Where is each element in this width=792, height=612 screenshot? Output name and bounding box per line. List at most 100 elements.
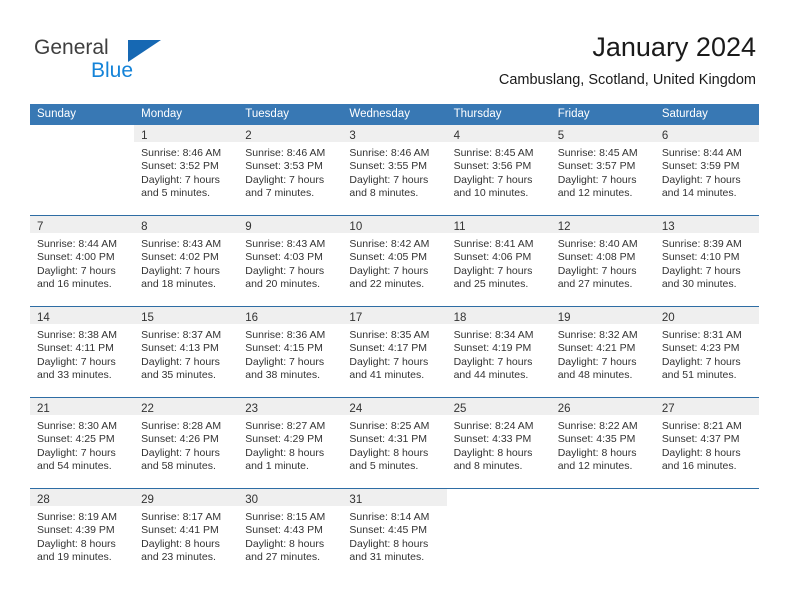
sunrise-line: Sunrise: 8:19 AM — [37, 511, 117, 523]
daylight-line-2: and 25 minutes. — [453, 278, 529, 291]
day-cell[interactable]: 7 Sunrise: 8:44 AM Sunset: 4:00 PM Dayli… — [30, 215, 135, 307]
day-cell[interactable]: 27 Sunrise: 8:21 AM Sunset: 4:37 PM Dayl… — [654, 397, 759, 489]
daylight-line-2: and 35 minutes. — [141, 369, 216, 382]
daylight-line-2: and 5 minutes. — [141, 187, 211, 200]
daylight-line-2: and 8 minutes. — [349, 187, 419, 200]
day-cell[interactable]: 10 Sunrise: 8:42 AM Sunset: 4:05 PM Dayl… — [342, 215, 447, 307]
day-cell[interactable]: 31 Sunrise: 8:14 AM Sunset: 4:45 PM Dayl… — [342, 488, 447, 579]
day-number: 14 — [37, 312, 50, 324]
day-cell[interactable] — [654, 488, 759, 579]
day-cell[interactable]: 18 Sunrise: 8:34 AM Sunset: 4:19 PM Dayl… — [446, 306, 551, 398]
sunset-line: Sunset: 4:11 PM — [37, 342, 114, 355]
day-cell[interactable]: 14 Sunrise: 8:38 AM Sunset: 4:11 PM Dayl… — [30, 306, 135, 398]
sunrise-line: Sunrise: 8:28 AM — [141, 420, 222, 432]
day-cell[interactable] — [550, 488, 655, 579]
day-details: Sunrise: 8:36 AM Sunset: 4:15 PM Dayligh… — [238, 324, 342, 383]
day-cell[interactable]: 11 Sunrise: 8:41 AM Sunset: 4:06 PM Dayl… — [446, 215, 551, 307]
daylight-line-2: and 58 minutes. — [141, 460, 216, 473]
daylight-line-2: and 51 minutes. — [661, 369, 737, 382]
day-details: Sunrise: 8:46 AM Sunset: 3:52 PM Dayligh… — [134, 142, 238, 201]
day-cell[interactable]: 2 Sunrise: 8:46 AM Sunset: 3:53 PM Dayli… — [238, 125, 343, 216]
day-cell[interactable]: 13 Sunrise: 8:39 AM Sunset: 4:10 PM Dayl… — [654, 215, 759, 307]
day-number: 12 — [557, 221, 571, 233]
day-details: Sunrise: 8:41 AM Sunset: 4:06 PM Dayligh… — [447, 233, 551, 292]
day-details: Sunrise: 8:19 AM Sunset: 4:39 PM Dayligh… — [30, 506, 134, 565]
day-cell[interactable]: 30 Sunrise: 8:15 AM Sunset: 4:43 PM Dayl… — [238, 488, 343, 579]
sunrise-line: Sunrise: 8:43 AM — [245, 238, 326, 250]
day-number: 30 — [245, 494, 259, 506]
day-details: Sunrise: 8:44 AM Sunset: 4:00 PM Dayligh… — [30, 233, 134, 292]
day-number: 21 — [37, 403, 50, 415]
location-subtitle: Cambuslang, Scotland, United Kingdom — [498, 72, 756, 88]
daylight-line-1: Daylight: 7 hours — [245, 264, 325, 277]
daylight-line-1: Daylight: 7 hours — [453, 264, 533, 277]
day-number: 24 — [349, 403, 363, 415]
day-cell[interactable]: 20 Sunrise: 8:31 AM Sunset: 4:23 PM Dayl… — [654, 306, 759, 398]
sunrise-line: Sunrise: 8:46 AM — [245, 147, 326, 159]
sunset-line: Sunset: 4:45 PM — [349, 524, 428, 537]
daylight-line-2: and 12 minutes. — [557, 460, 633, 473]
daylight-line-2: and 5 minutes. — [349, 460, 419, 473]
day-cell[interactable]: 17 Sunrise: 8:35 AM Sunset: 4:17 PM Dayl… — [342, 306, 447, 398]
day-cell[interactable]: 25 Sunrise: 8:24 AM Sunset: 4:33 PM Dayl… — [446, 397, 551, 489]
day-number: 13 — [661, 221, 675, 233]
daylight-line-1: Daylight: 7 hours — [661, 264, 741, 277]
day-details: Sunrise: 8:30 AM Sunset: 4:25 PM Dayligh… — [30, 415, 134, 474]
sunrise-line: Sunrise: 8:27 AM — [245, 420, 326, 432]
sunrise-line: Sunrise: 8:32 AM — [557, 329, 638, 341]
daylight-line-2: and 33 minutes. — [37, 369, 112, 382]
sunrise-line: Sunrise: 8:39 AM — [661, 238, 742, 250]
daylight-line-1: Daylight: 8 hours — [349, 537, 429, 550]
day-cell[interactable]: 12 Sunrise: 8:40 AM Sunset: 4:08 PM Dayl… — [550, 215, 655, 307]
daylight-line-1: Daylight: 8 hours — [661, 446, 741, 459]
daylight-line-2: and 38 minutes. — [245, 369, 320, 382]
day-cell[interactable] — [30, 125, 135, 216]
sunrise-line: Sunrise: 8:46 AM — [141, 147, 222, 159]
sunset-line: Sunset: 3:57 PM — [557, 160, 636, 173]
day-number: 9 — [245, 221, 252, 233]
sunset-line: Sunset: 4:02 PM — [141, 251, 219, 264]
day-details: Sunrise: 8:38 AM Sunset: 4:11 PM Dayligh… — [30, 324, 134, 383]
day-cell[interactable]: 8 Sunrise: 8:43 AM Sunset: 4:02 PM Dayli… — [134, 215, 239, 307]
day-number: 6 — [661, 130, 669, 142]
day-number: 23 — [245, 403, 259, 415]
day-cell[interactable]: 29 Sunrise: 8:17 AM Sunset: 4:41 PM Dayl… — [134, 488, 239, 579]
day-cell[interactable]: 1 Sunrise: 8:46 AM Sunset: 3:52 PM Dayli… — [134, 125, 239, 216]
daylight-line-2: and 22 minutes. — [349, 278, 425, 291]
day-cell[interactable]: 16 Sunrise: 8:36 AM Sunset: 4:15 PM Dayl… — [238, 306, 343, 398]
sunrise-line: Sunrise: 8:44 AM — [37, 238, 117, 250]
daylight-line-1: Daylight: 7 hours — [557, 173, 637, 186]
daylight-line-1: Daylight: 7 hours — [141, 173, 220, 186]
day-cell[interactable]: 6 Sunrise: 8:44 AM Sunset: 3:59 PM Dayli… — [654, 125, 759, 216]
day-cell[interactable]: 23 Sunrise: 8:27 AM Sunset: 4:29 PM Dayl… — [238, 397, 343, 489]
sunset-line: Sunset: 3:53 PM — [245, 160, 323, 173]
day-cell[interactable]: 28 Sunrise: 8:19 AM Sunset: 4:39 PM Dayl… — [30, 488, 135, 579]
daylight-line-1: Daylight: 8 hours — [245, 537, 325, 550]
day-cell[interactable]: 24 Sunrise: 8:25 AM Sunset: 4:31 PM Dayl… — [342, 397, 447, 489]
sunrise-line: Sunrise: 8:45 AM — [453, 147, 534, 159]
day-number: 7 — [37, 221, 44, 233]
day-number: 10 — [349, 221, 363, 233]
sunrise-line: Sunrise: 8:24 AM — [453, 420, 534, 432]
day-cell[interactable]: 19 Sunrise: 8:32 AM Sunset: 4:21 PM Dayl… — [550, 306, 655, 398]
day-cell[interactable]: 26 Sunrise: 8:22 AM Sunset: 4:35 PM Dayl… — [550, 397, 655, 489]
day-cell[interactable]: 3 Sunrise: 8:46 AM Sunset: 3:55 PM Dayli… — [342, 125, 447, 216]
day-cell[interactable]: 21 Sunrise: 8:30 AM Sunset: 4:25 PM Dayl… — [30, 397, 135, 489]
day-cell[interactable] — [446, 488, 551, 579]
sunset-line: Sunset: 4:05 PM — [349, 251, 428, 264]
day-cell[interactable]: 4 Sunrise: 8:45 AM Sunset: 3:56 PM Dayli… — [446, 125, 551, 216]
day-number: 29 — [141, 494, 154, 506]
daylight-line-2: and 30 minutes. — [661, 278, 737, 291]
day-cell[interactable]: 9 Sunrise: 8:43 AM Sunset: 4:03 PM Dayli… — [238, 215, 343, 307]
day-details: Sunrise: 8:39 AM Sunset: 4:10 PM Dayligh… — [655, 233, 759, 292]
day-details — [30, 142, 134, 147]
daylight-line-1: Daylight: 8 hours — [141, 537, 220, 550]
weekday-header-tuesday: Tuesday — [238, 104, 343, 125]
sunset-line: Sunset: 4:08 PM — [557, 251, 636, 264]
daylight-line-1: Daylight: 7 hours — [141, 264, 220, 277]
day-cell[interactable]: 15 Sunrise: 8:37 AM Sunset: 4:13 PM Dayl… — [134, 306, 239, 398]
day-cell[interactable]: 22 Sunrise: 8:28 AM Sunset: 4:26 PM Dayl… — [134, 397, 239, 489]
day-cell[interactable]: 5 Sunrise: 8:45 AM Sunset: 3:57 PM Dayli… — [550, 125, 655, 216]
day-number: 17 — [349, 312, 363, 324]
day-details: Sunrise: 8:28 AM Sunset: 4:26 PM Dayligh… — [134, 415, 238, 474]
